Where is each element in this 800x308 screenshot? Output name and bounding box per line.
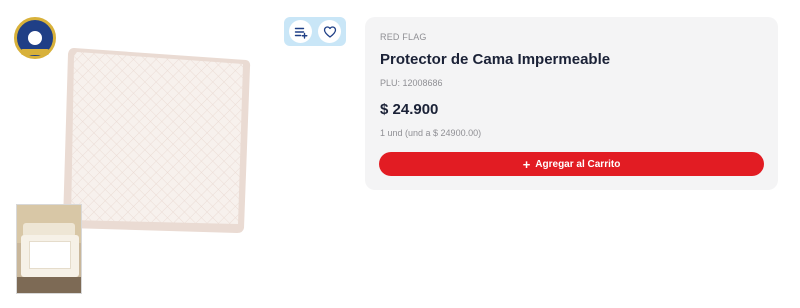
product-plu: PLU: 12008686 (380, 78, 443, 88)
product-info-card: RED FLAG Protector de Cama Impermeable P… (365, 17, 778, 190)
product-price: $ 24.900 (380, 101, 439, 118)
unit-price: 1 und (und a $ 24900.00) (380, 128, 482, 138)
product-actions (284, 17, 346, 46)
product-title: Protector de Cama Impermeable (380, 51, 611, 68)
heart-icon (323, 25, 336, 38)
product-thumbnail[interactable] (16, 204, 82, 294)
add-to-list-icon (294, 27, 307, 39)
favorite-button[interactable] (318, 20, 341, 43)
plus-icon: + (522, 156, 531, 172)
add-to-list-button[interactable] (289, 20, 312, 43)
brand-seal-logo (14, 17, 56, 59)
product-image (63, 48, 251, 233)
product-brand: RED FLAG (380, 32, 427, 42)
add-to-cart-label: Agregar al Carrito (535, 158, 621, 170)
add-to-cart-button[interactable]: + Agregar al Carrito (379, 152, 764, 176)
